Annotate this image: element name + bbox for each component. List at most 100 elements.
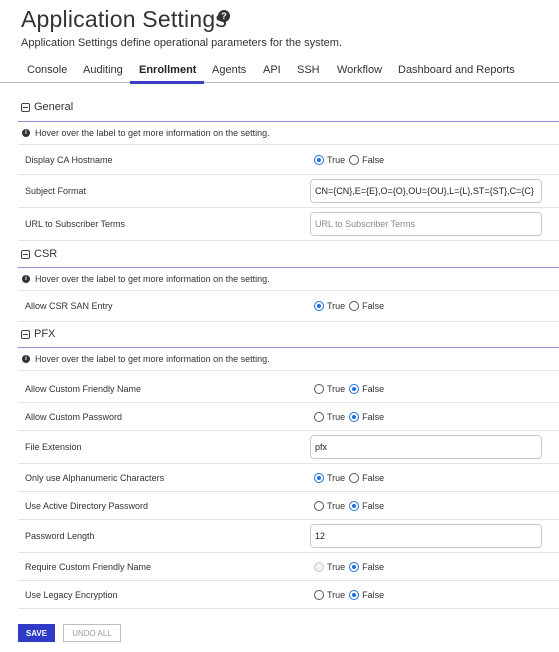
- radio-group: True False: [314, 154, 388, 165]
- info-hint: i Hover over the label to get more infor…: [18, 268, 559, 291]
- active-tab-indicator: [130, 81, 204, 84]
- radio-group: True False: [314, 561, 388, 572]
- radio-true[interactable]: [314, 589, 324, 600]
- collapse-icon[interactable]: [21, 329, 30, 339]
- setting-row-display-ca-hostname: Display CA Hostname True False: [18, 145, 559, 175]
- setting-row-file-extension: File Extension: [18, 431, 559, 464]
- radio-false-label: False: [362, 383, 385, 394]
- setting-label[interactable]: Only use Alphanumeric Characters: [25, 473, 164, 483]
- radio-false-label: False: [362, 561, 385, 572]
- radio-false-label: False: [362, 589, 385, 600]
- info-hint: i Hover over the label to get more infor…: [18, 122, 559, 145]
- subject-format-input[interactable]: [310, 179, 542, 203]
- page-title: Application Settings: [21, 6, 228, 32]
- info-hint: i Hover over the label to get more infor…: [18, 348, 559, 371]
- setting-row-allow-csr-san: Allow CSR SAN Entry True False: [18, 291, 559, 322]
- radio-false[interactable]: [349, 472, 360, 483]
- info-icon: i: [22, 355, 30, 363]
- tab-bar: Console Auditing Enrollment Agents API S…: [0, 56, 559, 83]
- section-title: PFX: [34, 328, 56, 340]
- radio-true[interactable]: [314, 301, 324, 311]
- setting-row-subscriber-terms: URL to Subscriber Terms: [18, 208, 559, 241]
- setting-label[interactable]: Allow Custom Password: [25, 412, 122, 422]
- radio-false-label: False: [362, 472, 385, 483]
- tab-console[interactable]: Console: [27, 64, 67, 76]
- radio-false[interactable]: [349, 561, 360, 572]
- radio-group: True False: [314, 500, 388, 511]
- subscriber-terms-input[interactable]: [310, 212, 542, 236]
- setting-row-subject-format: Subject Format: [18, 175, 559, 208]
- info-icon: i: [22, 129, 30, 137]
- tab-agents[interactable]: Agents: [212, 64, 246, 76]
- tab-workflow[interactable]: Workflow: [337, 64, 382, 76]
- radio-false[interactable]: [349, 411, 360, 422]
- radio-true-label: True: [327, 472, 346, 483]
- setting-row-require-friendly-name: Require Custom Friendly Name True False: [18, 553, 559, 581]
- radio-true-label: True: [327, 301, 346, 311]
- radio-true: [314, 561, 324, 572]
- tab-enrollment[interactable]: Enrollment: [139, 64, 196, 76]
- tab-ssh[interactable]: SSH: [297, 64, 320, 76]
- radio-false-label: False: [362, 154, 385, 165]
- radio-true-label: True: [327, 154, 346, 165]
- page-subtitle: Application Settings define operational …: [21, 37, 343, 49]
- radio-group: True False: [314, 411, 388, 422]
- section-title: General: [34, 101, 74, 113]
- radio-false[interactable]: [349, 500, 360, 511]
- radio-true-label: True: [327, 500, 346, 511]
- collapse-icon[interactable]: [21, 102, 30, 112]
- radio-true-label: True: [327, 589, 346, 600]
- file-extension-input[interactable]: [310, 435, 542, 459]
- radio-true[interactable]: [314, 411, 324, 422]
- radio-group: True False: [314, 301, 388, 311]
- radio-false[interactable]: [349, 301, 360, 311]
- setting-row-legacy-encryption: Use Legacy Encryption True False: [18, 581, 559, 609]
- setting-row-alphanumeric: Only use Alphanumeric Characters True Fa…: [18, 464, 559, 492]
- undo-all-button[interactable]: UNDO ALL: [63, 624, 121, 642]
- radio-true-label: True: [327, 411, 346, 422]
- setting-row-custom-friendly-name: Allow Custom Friendly Name True False: [18, 375, 559, 403]
- radio-false[interactable]: [349, 589, 360, 600]
- radio-true-label: True: [327, 383, 346, 394]
- setting-label[interactable]: URL to Subscriber Terms: [25, 219, 125, 229]
- help-icon[interactable]: ?: [218, 10, 230, 22]
- section-title: CSR: [34, 248, 58, 260]
- info-icon: i: [22, 275, 30, 283]
- collapse-icon[interactable]: [21, 249, 30, 259]
- radio-false-label: False: [362, 411, 385, 422]
- tab-api[interactable]: API: [263, 64, 281, 76]
- radio-false-label: False: [362, 500, 385, 511]
- radio-true[interactable]: [314, 383, 324, 394]
- info-text: Hover over the label to get more informa…: [35, 354, 270, 364]
- radio-group: True False: [314, 472, 388, 483]
- setting-label[interactable]: Require Custom Friendly Name: [25, 562, 151, 572]
- section-general-header[interactable]: General: [21, 101, 73, 113]
- radio-true[interactable]: [314, 500, 324, 511]
- radio-true[interactable]: [314, 472, 324, 483]
- radio-false[interactable]: [349, 154, 360, 165]
- setting-label[interactable]: File Extension: [25, 442, 82, 452]
- setting-row-ad-password: Use Active Directory Password True False: [18, 492, 559, 520]
- radio-group: True False: [314, 383, 388, 394]
- setting-label[interactable]: Allow CSR SAN Entry: [25, 301, 113, 311]
- tab-auditing[interactable]: Auditing: [83, 64, 123, 76]
- password-length-input[interactable]: [310, 524, 542, 548]
- radio-true-label: True: [327, 561, 346, 572]
- setting-label[interactable]: Use Legacy Encryption: [25, 590, 118, 600]
- save-button[interactable]: SAVE: [18, 624, 55, 642]
- info-text: Hover over the label to get more informa…: [35, 128, 270, 138]
- radio-true[interactable]: [314, 154, 324, 165]
- radio-false[interactable]: [349, 383, 360, 394]
- section-pfx-header[interactable]: PFX: [21, 328, 55, 340]
- setting-row-custom-password: Allow Custom Password True False: [18, 403, 559, 431]
- section-csr-header[interactable]: CSR: [21, 248, 57, 260]
- radio-false-label: False: [362, 301, 385, 311]
- setting-label[interactable]: Display CA Hostname: [25, 155, 113, 165]
- setting-row-password-length: Password Length: [18, 520, 559, 553]
- info-text: Hover over the label to get more informa…: [35, 274, 270, 284]
- setting-label[interactable]: Password Length: [25, 531, 95, 541]
- tab-dashboard-and-reports[interactable]: Dashboard and Reports: [398, 64, 515, 76]
- setting-label[interactable]: Subject Format: [25, 186, 86, 196]
- setting-label[interactable]: Use Active Directory Password: [25, 501, 148, 511]
- setting-label[interactable]: Allow Custom Friendly Name: [25, 384, 141, 394]
